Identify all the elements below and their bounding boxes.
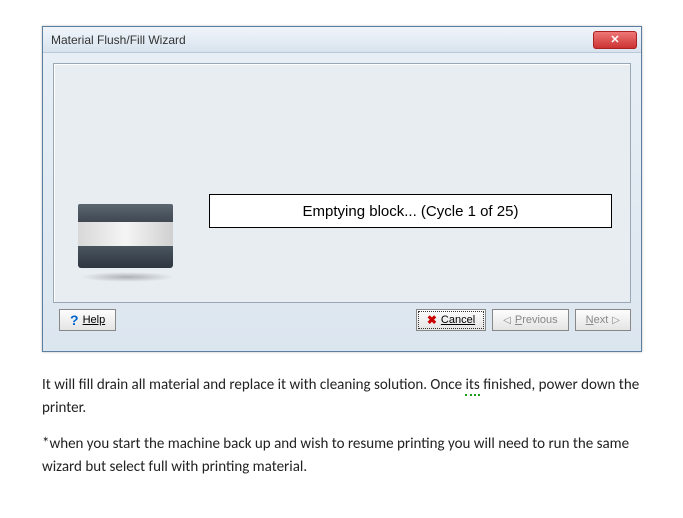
main-panel: Emptying block... (Cycle 1 of 25) <box>53 63 631 303</box>
titlebar: Material Flush/Fill Wizard ✕ <box>43 27 641 53</box>
close-icon: ✕ <box>610 33 619 46</box>
button-row: ? Help ✖ Cancel ◁ Previous Next ▷ <box>53 303 631 341</box>
spelling-mark: its <box>465 376 479 396</box>
status-text: Emptying block... (Cycle 1 of 25) <box>303 203 519 220</box>
instruction-para-2: *when you start the machine back up and … <box>42 433 642 478</box>
printer-icon <box>78 204 173 274</box>
arrow-left-icon: ◁ <box>503 315 511 326</box>
cancel-button[interactable]: ✖ Cancel <box>416 309 486 331</box>
arrow-right-icon: ▷ <box>612 315 620 326</box>
instruction-para-1: It will fill drain all material and repl… <box>42 374 642 419</box>
previous-button: ◁ Previous <box>492 309 569 331</box>
window-title: Material Flush/Fill Wizard <box>51 33 186 47</box>
wizard-window: Material Flush/Fill Wizard ✕ Emptying bl… <box>42 26 642 352</box>
content-area: Emptying block... (Cycle 1 of 25) ? Help… <box>43 53 641 351</box>
close-button[interactable]: ✕ <box>593 31 637 49</box>
printer-image <box>70 194 180 284</box>
previous-label: Previous <box>515 314 558 326</box>
next-label: Next <box>586 314 609 326</box>
instructions-text: It will fill drain all material and repl… <box>42 374 642 478</box>
cancel-icon: ✖ <box>427 313 437 327</box>
cancel-label: Cancel <box>441 314 475 326</box>
next-button: Next ▷ <box>575 309 631 331</box>
help-button[interactable]: ? Help <box>59 309 116 331</box>
help-label: Help <box>83 314 106 326</box>
status-message-box: Emptying block... (Cycle 1 of 25) <box>209 194 612 228</box>
help-icon: ? <box>70 312 79 328</box>
